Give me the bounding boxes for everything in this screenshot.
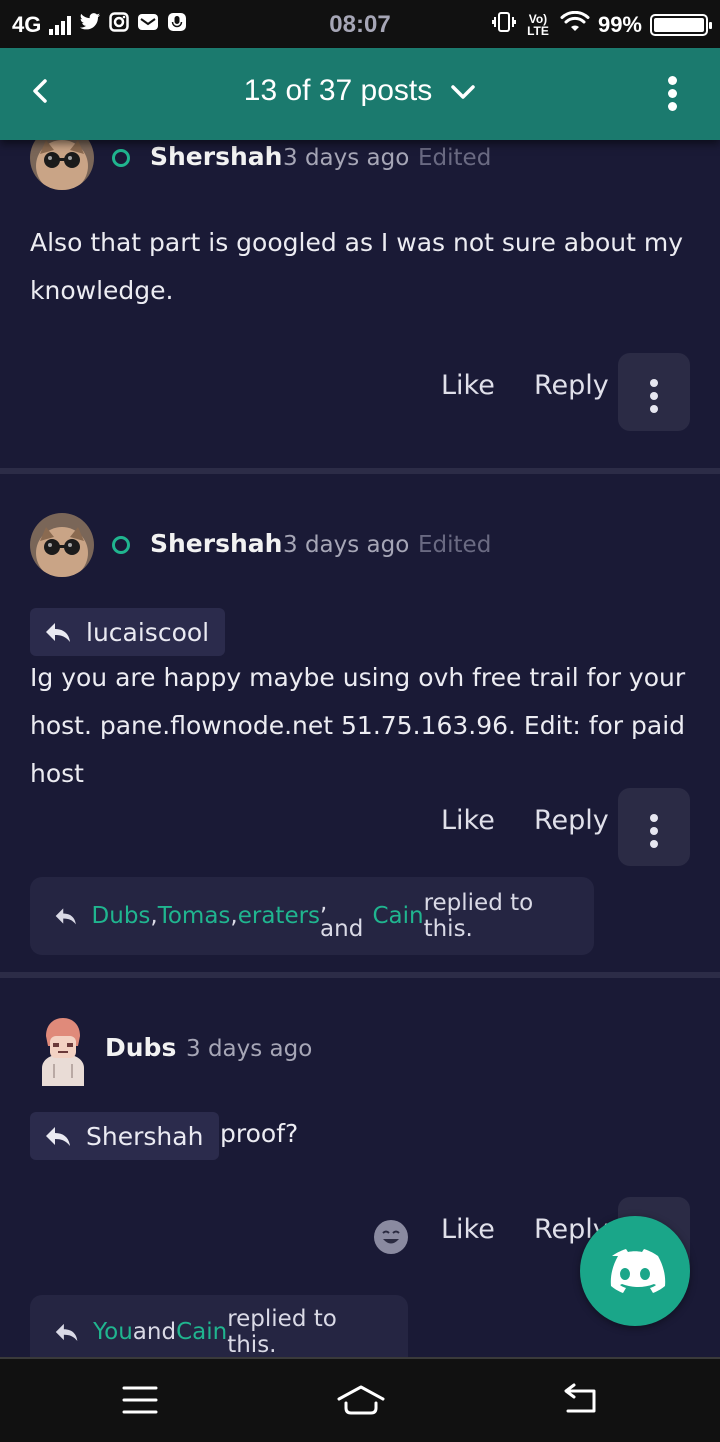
post-menu-button[interactable] — [618, 788, 690, 866]
post-divider — [0, 468, 720, 474]
more-options-button[interactable] — [664, 72, 680, 112]
like-button[interactable]: Like — [441, 805, 495, 836]
like-button[interactable]: Like — [441, 1214, 495, 1245]
reply-user-link[interactable]: Cain — [176, 1319, 227, 1345]
like-button[interactable]: Like — [441, 370, 495, 401]
reply-user-link[interactable]: You — [93, 1319, 133, 1345]
replied-suffix: replied to this. — [227, 1306, 337, 1358]
post-body: Ig you are happy maybe using ovh free tr… — [30, 663, 686, 788]
home-button[interactable] — [336, 1383, 386, 1417]
post-timestamp[interactable]: 3 days ago — [283, 145, 409, 171]
system-nav-bar — [0, 1357, 720, 1442]
post-body: proof? — [220, 1119, 299, 1148]
reply-arrow-icon — [46, 623, 70, 642]
reply-user-link[interactable]: Cain — [372, 903, 423, 929]
back-icon — [564, 1383, 596, 1413]
post-author[interactable]: Shershah — [150, 142, 282, 171]
quoted-user-name: lucaiscool — [86, 617, 210, 647]
online-status-indicator — [112, 149, 130, 167]
chevron-down-icon — [450, 74, 476, 108]
post-author[interactable]: Dubs — [105, 1033, 176, 1062]
vibrate-icon — [491, 11, 516, 39]
post-menu-button[interactable] — [618, 353, 690, 431]
avatar[interactable] — [30, 513, 94, 577]
status-right: Vo) LTE 99% — [491, 10, 712, 39]
reply-user-link[interactable]: Tomas — [158, 903, 231, 929]
reply-arrow-icon — [55, 1323, 78, 1341]
quoted-user-chip[interactable]: lucaiscool — [30, 608, 226, 656]
more-vertical-icon — [618, 353, 690, 413]
lte-indicator: Vo) LTE — [527, 12, 549, 38]
online-status-indicator — [112, 536, 130, 554]
emoji-reaction-icon[interactable] — [374, 1220, 408, 1254]
edited-label[interactable]: Edited — [418, 145, 491, 171]
replies-summary[interactable]: Dubs, Tomas, eraters, and Cain replied t… — [30, 877, 594, 955]
reply-button[interactable]: Reply — [534, 370, 609, 401]
status-bar: 4G 08:07 Vo) LTE 99% — [0, 0, 720, 48]
post-timestamp[interactable]: 3 days ago — [283, 532, 409, 558]
reply-user-link[interactable]: eraters — [238, 903, 320, 929]
back-nav-button[interactable] — [560, 1383, 600, 1417]
post-position-selector[interactable]: 13 of 37 posts — [0, 74, 720, 108]
reply-user-link[interactable]: Dubs — [92, 903, 151, 929]
menu-icon — [122, 1386, 158, 1414]
separator: , and — [320, 890, 364, 942]
replied-suffix: replied to this. — [423, 890, 534, 942]
menu-button[interactable] — [122, 1383, 162, 1417]
quoted-user-name: Shershah — [86, 1121, 204, 1151]
wifi-icon — [560, 10, 590, 39]
separator: , — [230, 903, 238, 929]
battery-percent: 99% — [597, 12, 642, 37]
post-body: Also that part is googled as I was not s… — [30, 228, 684, 305]
discord-icon — [610, 1249, 666, 1293]
reply-arrow-icon — [46, 1127, 70, 1146]
reply-arrow-icon — [55, 908, 76, 925]
more-vertical-icon — [664, 76, 680, 111]
post-timestamp[interactable]: 3 days ago — [186, 1036, 312, 1062]
post-position-label: 13 of 37 posts — [243, 74, 433, 107]
separator: and — [132, 1319, 177, 1345]
more-vertical-icon — [618, 788, 690, 848]
battery-icon — [650, 14, 712, 36]
home-icon — [337, 1385, 385, 1415]
post-author[interactable]: Shershah — [150, 529, 282, 558]
thread-header: 13 of 37 posts — [0, 48, 720, 140]
post-divider — [0, 972, 720, 978]
separator: , — [150, 903, 158, 929]
quoted-user-chip[interactable]: Shershah — [30, 1112, 220, 1160]
discord-button[interactable] — [580, 1216, 690, 1326]
replies-summary[interactable]: You and Cain replied to this. — [30, 1295, 408, 1358]
reply-button[interactable]: Reply — [534, 805, 609, 836]
avatar[interactable] — [34, 1016, 92, 1086]
edited-label[interactable]: Edited — [418, 532, 491, 558]
